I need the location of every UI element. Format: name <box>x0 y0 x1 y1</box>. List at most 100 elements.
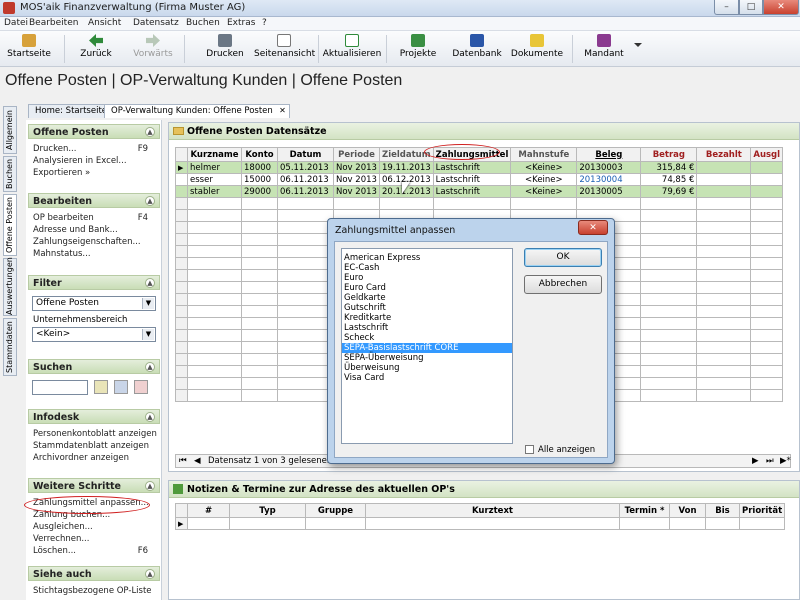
search-input[interactable] <box>32 380 88 395</box>
table-row[interactable]: ▶ <box>175 517 786 530</box>
vtab-auswertungen[interactable]: Auswertungen <box>3 257 17 316</box>
collapse-icon[interactable]: ▲ <box>145 278 155 288</box>
collapse-icon[interactable]: ▲ <box>145 569 155 579</box>
menu-help[interactable]: ? <box>262 18 267 28</box>
collapse-icon[interactable]: ▲ <box>145 196 155 206</box>
section-header[interactable]: Weitere Schritte ▲ <box>28 478 160 493</box>
alle-anzeigen-checkbox[interactable]: Alle anzeigen <box>525 445 595 455</box>
column-header[interactable]: Von <box>669 503 706 518</box>
column-header[interactable]: Gruppe <box>305 503 366 518</box>
datenbank-button[interactable]: Datenbank <box>452 33 502 65</box>
column-header[interactable]: # <box>187 503 230 518</box>
list-item[interactable]: Euro <box>342 273 512 283</box>
column-header[interactable]: Priorität <box>738 503 786 518</box>
list-item[interactable]: Lastschrift <box>342 323 512 333</box>
mandant-button[interactable]: Mandant <box>580 33 628 65</box>
column-header[interactable]: Konto <box>241 147 278 162</box>
list-item[interactable]: Euro Card <box>342 283 512 293</box>
startseite-button[interactable]: Startseite <box>6 33 52 65</box>
stichtag-op-liste-link[interactable]: Stichtagsbezogene OP-Liste <box>28 585 160 597</box>
personenkontoblatt-link[interactable]: Personenkontoblatt anzeigen <box>28 428 160 440</box>
tab-op-verwaltung[interactable]: OP-Verwaltung Kunden: Offene Posten ✕ <box>104 104 290 118</box>
new-record-button[interactable]: ▶* <box>780 456 791 466</box>
search-filter-icon[interactable] <box>94 380 108 394</box>
list-item[interactable]: Kreditkarte <box>342 313 512 323</box>
menu-datei[interactable]: Datei <box>4 18 28 28</box>
op-bearbeiten-link[interactable]: OP bearbeiten F4 <box>28 212 160 224</box>
zahlung-buchen-link[interactable]: Zahlung buchen... <box>28 509 160 521</box>
section-header[interactable]: Offene Posten ▲ <box>28 124 160 139</box>
section-header[interactable]: Bearbeiten ▲ <box>28 193 160 208</box>
mahnstatus-link[interactable]: Mahnstatus... <box>28 248 160 260</box>
menu-datensatz[interactable]: Datensatz <box>133 18 179 28</box>
loeschen-link[interactable]: Löschen... F6 <box>28 545 160 557</box>
list-item[interactable]: SEPA-Überweisung <box>342 353 512 363</box>
dialog-close-button[interactable]: ✕ <box>578 220 608 235</box>
zahlungsmittel-list[interactable]: American Express EC-Cash Euro Euro Card … <box>341 248 513 444</box>
vorwaerts-button[interactable]: Vorwärts <box>128 33 178 65</box>
last-record-button[interactable]: ⏭ <box>766 456 774 466</box>
list-item[interactable]: Gutschrift <box>342 303 512 313</box>
search-table-icon[interactable] <box>114 380 128 394</box>
unternehmensbereich-select[interactable]: <Kein> ▼ <box>32 327 156 342</box>
column-header[interactable]: Termin * <box>619 503 670 518</box>
section-header[interactable]: Siehe auch ▲ <box>28 566 160 581</box>
abbrechen-button[interactable]: Abbrechen <box>524 275 602 294</box>
zurueck-button[interactable]: Zurück <box>70 33 122 65</box>
section-header[interactable]: Infodesk ▲ <box>28 409 160 424</box>
minimize-button[interactable]: – <box>714 0 739 15</box>
vtab-stammdaten[interactable]: Stammdaten <box>3 318 17 376</box>
zahlungsmittel-anpassen-link[interactable]: Zahlungsmittel anpassen... <box>28 497 160 509</box>
collapse-icon[interactable]: ▲ <box>145 127 155 137</box>
column-header[interactable]: Typ <box>229 503 306 518</box>
menu-ansicht[interactable]: Ansicht <box>88 18 121 28</box>
prev-record-button[interactable]: ◀ <box>194 456 201 466</box>
list-item[interactable]: Visa Card <box>342 373 512 383</box>
ok-button[interactable]: OK <box>524 248 602 267</box>
list-item[interactable]: Überweisung <box>342 363 512 373</box>
aktualisieren-button[interactable]: Aktualisieren <box>322 33 382 65</box>
column-header[interactable]: Betrag <box>640 147 698 162</box>
close-window-button[interactable]: ✕ <box>763 0 799 15</box>
column-header[interactable]: Ausgl <box>750 147 784 162</box>
section-header[interactable]: Suchen ▲ <box>28 359 160 374</box>
table-row[interactable]: stabler 29000 06.11.2013 Nov 2013 20.11.… <box>175 185 784 198</box>
list-item[interactable]: EC-Cash <box>342 263 512 273</box>
exportieren-link[interactable]: Exportieren » <box>28 167 160 179</box>
list-item[interactable]: Scheck <box>342 333 512 343</box>
collapse-icon[interactable]: ▲ <box>145 412 155 422</box>
column-header[interactable]: Zahlungsmittel <box>432 147 512 162</box>
maximize-button[interactable]: □ <box>739 0 763 15</box>
mandant-dropdown-icon[interactable] <box>634 43 642 47</box>
column-header[interactable]: Mahnstufe <box>510 147 578 162</box>
column-header[interactable]: Periode <box>333 147 380 162</box>
column-header[interactable]: Bis <box>705 503 740 518</box>
seitenansicht-button[interactable]: Seitenansicht <box>254 33 315 65</box>
menu-bearbeiten[interactable]: Bearbeiten <box>29 18 78 28</box>
ausgleichen-link[interactable]: Ausgleichen... <box>28 521 160 533</box>
column-header[interactable]: Kurzname <box>187 147 242 162</box>
column-header[interactable]: Bezahlt <box>696 147 752 162</box>
section-header[interactable]: Filter ▲ <box>28 275 160 290</box>
collapse-icon[interactable]: ▲ <box>145 481 155 491</box>
table-row[interactable]: esser 15000 06.11.2013 Nov 2013 06.12.20… <box>175 173 784 186</box>
column-header[interactable]: Datum <box>277 147 334 162</box>
stammdatenblatt-link[interactable]: Stammdatenblatt anzeigen <box>28 440 160 452</box>
drucken-button[interactable]: Drucken <box>202 33 248 65</box>
zahlungseigenschaften-link[interactable]: Zahlungseigenschaften... <box>28 236 160 248</box>
tab-close-icon[interactable]: ✕ <box>279 106 286 115</box>
clear-filter-icon[interactable] <box>134 380 148 394</box>
collapse-icon[interactable]: ▲ <box>145 362 155 372</box>
menu-extras[interactable]: Extras <box>227 18 255 28</box>
analysieren-link[interactable]: Analysieren in Excel... <box>28 155 160 167</box>
menu-buchen[interactable]: Buchen <box>186 18 220 28</box>
column-header[interactable]: Beleg <box>576 147 642 162</box>
adresse-bank-link[interactable]: Adresse und Bank... <box>28 224 160 236</box>
table-row[interactable]: ▶ helmer 18000 05.11.2013 Nov 2013 19.11… <box>175 161 784 174</box>
list-item[interactable]: American Express <box>342 253 512 263</box>
dokumente-button[interactable]: Dokumente <box>510 33 564 65</box>
vtab-buchen[interactable]: Buchen <box>3 156 17 192</box>
verrechnen-link[interactable]: Verrechnen... <box>28 533 160 545</box>
next-record-button[interactable]: ▶ <box>752 456 759 466</box>
vtab-allgemein[interactable]: Allgemein <box>3 106 17 154</box>
